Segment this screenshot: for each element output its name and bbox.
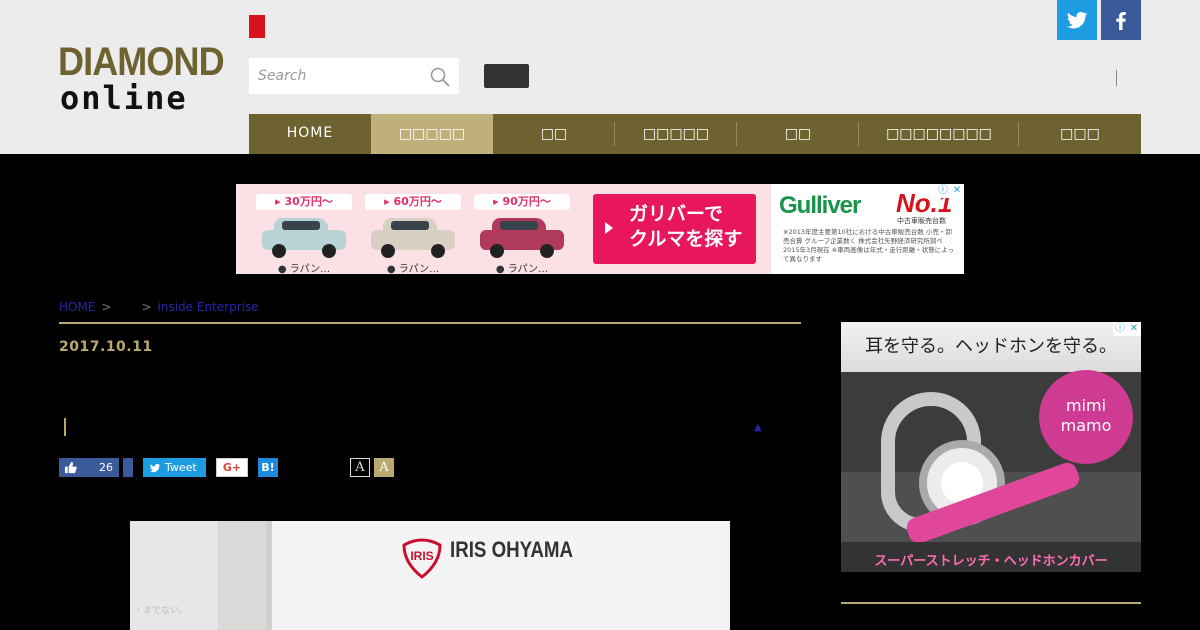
breadcrumb: HOME > > inside Enterprise [59, 300, 259, 314]
close-ad-icon[interactable]: ✕ [950, 184, 964, 198]
facebook-button[interactable] [1101, 0, 1141, 40]
twitter-icon [150, 463, 161, 473]
adchoices-icon[interactable]: ⓘ [1113, 322, 1127, 336]
gulliver-logo: Gulliver [779, 192, 861, 219]
nav-item-6[interactable]: □□□□□□□□ [859, 114, 1019, 154]
twitter-button[interactable] [1057, 0, 1097, 40]
search-icon[interactable] [429, 66, 451, 88]
breadcrumb-home[interactable]: HOME [59, 300, 95, 314]
nav-label: □□□ [1060, 126, 1100, 142]
breadcrumb-section[interactable]: inside Enterprise [158, 300, 259, 314]
title-marker [64, 418, 66, 436]
play-icon [605, 222, 613, 234]
car-price: ▸ 90万円～ [474, 194, 570, 210]
car-price: ▸ 60万円～ [365, 194, 461, 210]
car-caption: ● ラパン… [386, 264, 440, 274]
close-ad-icon[interactable]: ✕ [1127, 322, 1141, 336]
photo-brand-text: IRIS OHYAMA [450, 537, 573, 562]
nav-item-2[interactable]: □□□□□ [371, 114, 493, 154]
hatena-label: B! [261, 461, 275, 474]
car-price: ▸ 30万円～ [256, 194, 352, 210]
header-button[interactable] [484, 64, 529, 88]
content-divider [59, 322, 801, 324]
article-date: 2017.10.11 [59, 339, 153, 355]
logo-line-1: DIAMOND [58, 40, 225, 84]
mimimamo-logo: mimi mamo [1039, 370, 1133, 464]
iris-logo-icon: IRIS [402, 538, 442, 579]
banner-ad[interactable]: ▸ 30万円～ ● ラパン… ▸ 60万円～ ● ラパン… ▸ 90万円～ ● … [236, 184, 964, 274]
side-ad[interactable]: 耳を守る。ヘッドホンを守る。 mimi mamo スーパーストレッチ・ヘッドホン… [841, 322, 1141, 572]
twitter-icon [1067, 11, 1088, 29]
like-count-tab [123, 458, 133, 477]
nav-label: □□□□□ [398, 126, 466, 142]
tweet-button[interactable]: Tweet [143, 458, 206, 477]
hatena-bookmark-button[interactable]: B! [258, 458, 278, 477]
car-offer[interactable]: ▸ 30万円～ ● ラパン… [256, 194, 352, 274]
nav-label: □□ [540, 126, 568, 142]
header-divider [1116, 70, 1117, 86]
breadcrumb-separator: > [101, 300, 112, 314]
adchoices-icon[interactable]: ⓘ [936, 184, 950, 198]
gplus-label: G+ [222, 461, 242, 474]
photo-caption: ・までない。 [134, 606, 189, 616]
side-ad-headline: 耳を守る。ヘッドホンを守る。 [865, 336, 1117, 357]
car-image [474, 216, 570, 258]
article-photo: IRIS IRIS OHYAMA ・までない。 [130, 521, 730, 630]
car-caption: ● ラパン… [277, 264, 331, 274]
google-plus-button[interactable]: G+ [216, 458, 248, 477]
car-image [256, 216, 352, 258]
fine-print: ※2013年度主要第10社における中古車販売台数 小売・卸売合算 グループ企業数… [783, 228, 954, 263]
car-image [365, 216, 461, 258]
thumbs-up-icon [64, 461, 77, 474]
nav-item-home[interactable]: HOME [249, 114, 371, 154]
side-ad-footer: スーパーストレッチ・ヘッドホンカバー [874, 554, 1108, 569]
logo-line-2: online [60, 79, 188, 117]
nav-label: □□□□□ [642, 126, 710, 142]
site-header: DIAMOND online HOME □□□□□ □□ □□□□□ □□ □□… [0, 0, 1200, 154]
car-offer[interactable]: ▸ 60万円～ ● ラパン… [365, 194, 461, 274]
nav-item-3[interactable]: □□ [493, 114, 615, 154]
car-caption: ● ラパン… [495, 264, 549, 274]
font-size-small-button[interactable]: A [350, 458, 370, 477]
search-cars-button[interactable]: ガリバーで クルマを探す [593, 194, 756, 264]
logo-line-1: mimi [1065, 396, 1107, 415]
cta-line-1: ガリバーで [629, 203, 723, 225]
nav-item-5[interactable]: □□ [737, 114, 859, 154]
no1-subtitle: 中古車販売台数 [897, 217, 946, 225]
font-size-large-button[interactable]: A [374, 458, 394, 477]
facebook-like-button[interactable]: 26 [59, 458, 119, 477]
logo-line-2: mamo [1060, 416, 1112, 435]
facebook-icon [1116, 12, 1126, 30]
tweet-label: Tweet [165, 461, 197, 474]
breadcrumb-separator: > [141, 300, 152, 314]
cta-line-2: クルマを探す [629, 228, 743, 250]
nav-label: □□ [784, 126, 812, 142]
car-offer[interactable]: ▸ 90万円～ ● ラパン… [474, 194, 570, 274]
search-input[interactable] [249, 58, 419, 94]
search-box [249, 58, 459, 94]
red-marker [249, 15, 265, 38]
main-nav: HOME □□□□□ □□ □□□□□ □□ □□□□□□□□ □□□ [249, 114, 1141, 154]
like-count: 26 [99, 461, 113, 474]
triangle-up-icon[interactable]: ▲ [754, 422, 762, 433]
sidebar-divider [841, 602, 1141, 604]
nav-label: HOME [286, 125, 334, 141]
nav-item-7[interactable]: □□□ [1019, 114, 1141, 154]
nav-item-4[interactable]: □□□□□ [615, 114, 737, 154]
site-logo[interactable]: DIAMOND online [58, 40, 225, 117]
svg-text:IRIS: IRIS [410, 549, 433, 563]
nav-label: □□□□□□□□ [886, 126, 992, 142]
